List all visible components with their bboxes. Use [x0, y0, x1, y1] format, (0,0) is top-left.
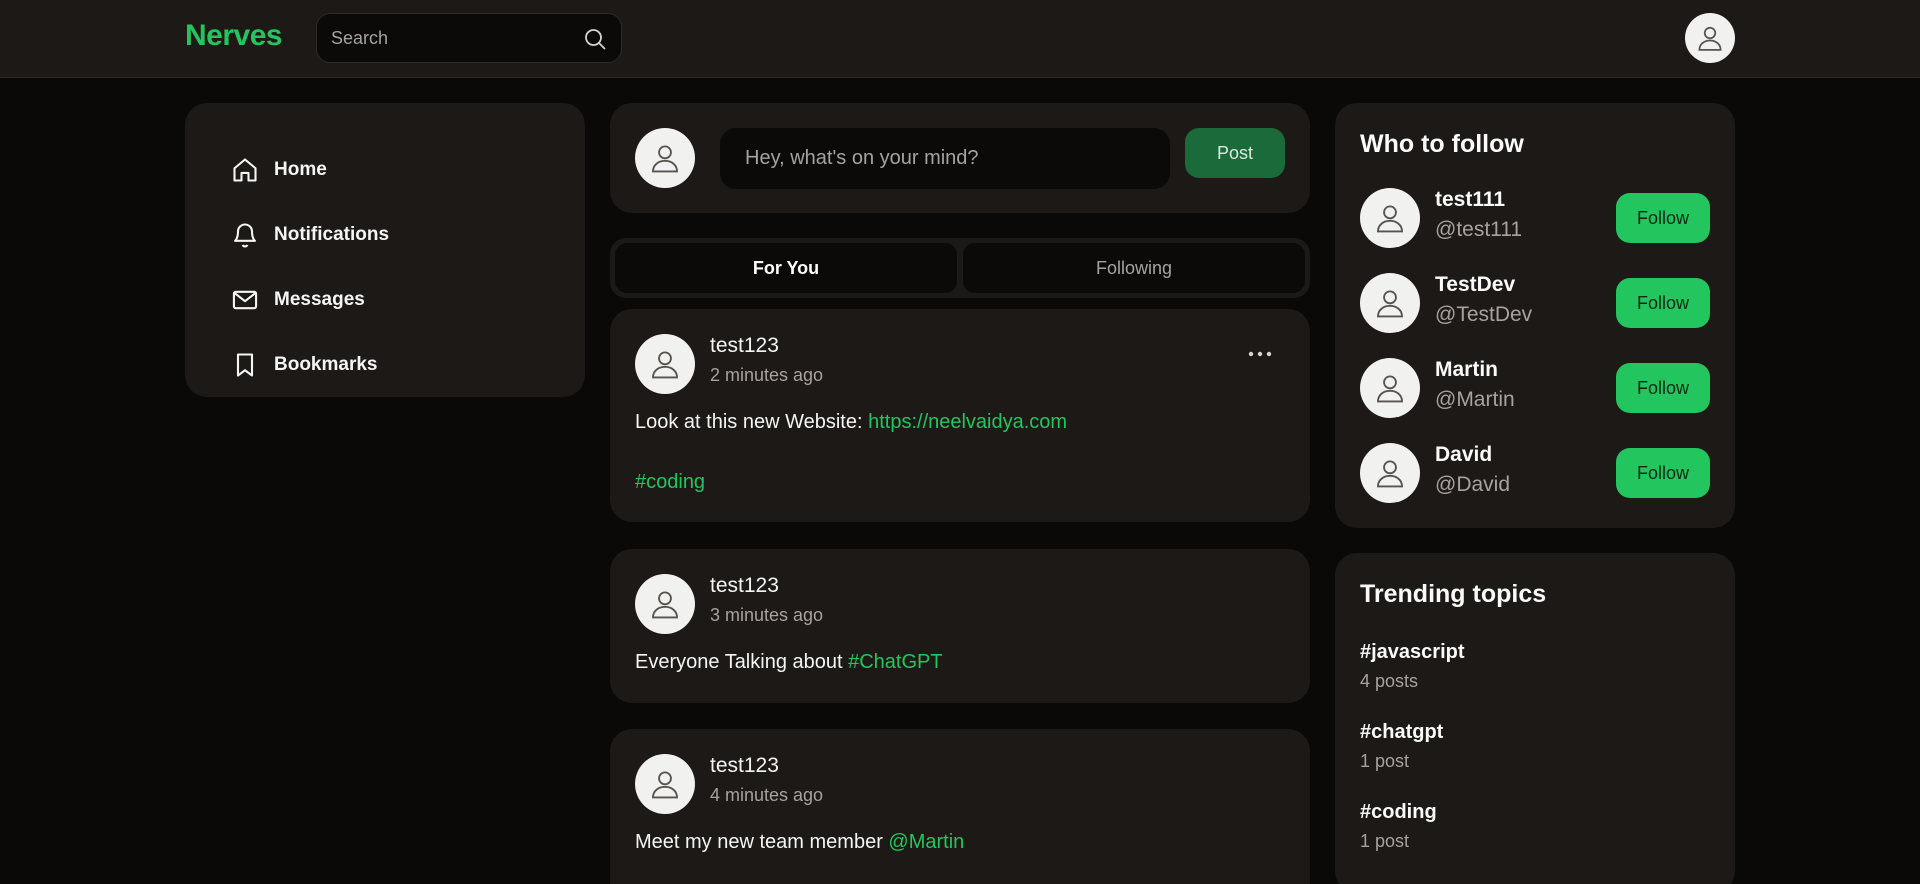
follow-suggestion: David @David Follow [1360, 443, 1710, 503]
post-link[interactable]: https://neelvaidya.com [868, 411, 1067, 433]
user-icon [652, 591, 678, 619]
user-icon [652, 771, 678, 799]
follow-name[interactable]: TestDev [1435, 273, 1515, 297]
post-mention[interactable]: @Martin [888, 831, 964, 853]
follow-handle: @David [1435, 473, 1511, 496]
who-to-follow-title: Who to follow [1360, 130, 1524, 158]
trending-tag: #coding [1360, 801, 1437, 823]
follow-button[interactable]: Follow [1616, 448, 1710, 498]
top-bar: Nerves [0, 0, 1920, 78]
trending-topics-panel: Trending topics #javascript 4 posts #cha… [1335, 553, 1735, 884]
feed-tabs: For You Following [610, 238, 1310, 298]
post-author[interactable]: test123 [710, 334, 779, 358]
user-icon [652, 351, 678, 379]
post-body: Look at this new Website: https://neelva… [635, 407, 1067, 497]
trending-count: 1 post [1360, 751, 1410, 771]
avatar[interactable] [635, 334, 695, 394]
follow-button[interactable]: Follow [1616, 193, 1710, 243]
sidebar-item-label: Bookmarks [274, 353, 378, 375]
post-timestamp: 4 minutes ago [710, 785, 824, 805]
more-options-icon[interactable] [1245, 347, 1275, 361]
user-icon [1377, 460, 1403, 488]
avatar[interactable] [635, 574, 695, 634]
search-icon[interactable] [583, 27, 607, 51]
who-to-follow-panel: Who to follow test111 @test111 Follow Te… [1335, 103, 1735, 528]
trending-item[interactable]: #chatgpt 1 post [1360, 721, 1443, 772]
follow-name[interactable]: David [1435, 443, 1492, 467]
follow-name[interactable]: test111 [1435, 188, 1505, 212]
composer-input[interactable] [720, 128, 1170, 189]
sidebar-item-label: Home [274, 158, 327, 180]
sidebar-item-home[interactable]: Home [185, 137, 585, 202]
follow-handle: @Martin [1435, 388, 1515, 411]
avatar[interactable] [1360, 188, 1420, 248]
follow-name[interactable]: Martin [1435, 358, 1498, 382]
post-hashtag[interactable]: #ChatGPT [848, 651, 942, 673]
mail-icon [230, 285, 260, 315]
post-card: test123 2 minutes ago Look at this new W… [610, 309, 1310, 522]
trending-count: 1 post [1360, 831, 1410, 851]
home-icon [230, 155, 260, 185]
bookmark-icon [230, 350, 260, 380]
tab-for-you[interactable]: For You [615, 243, 957, 293]
sidebar-item-messages[interactable]: Messages [185, 267, 585, 332]
avatar[interactable] [1360, 273, 1420, 333]
user-icon [1377, 205, 1403, 233]
follow-handle: @TestDev [1435, 303, 1533, 326]
follow-button[interactable]: Follow [1616, 278, 1710, 328]
user-icon [1377, 290, 1403, 318]
post-card: test123 3 minutes ago Everyone Talking a… [610, 549, 1310, 703]
post-text: Everyone Talking about [635, 651, 849, 673]
user-icon [652, 145, 678, 173]
sidebar-item-label: Messages [274, 288, 365, 310]
post-author[interactable]: test123 [710, 574, 779, 598]
follow-handle: @test111 [1435, 218, 1523, 241]
post-hashtag[interactable]: #coding [635, 471, 705, 493]
avatar[interactable] [635, 754, 695, 814]
sidebar-item-notifications[interactable]: Notifications [185, 202, 585, 267]
follow-suggestion: test111 @test111 Follow [1360, 188, 1710, 248]
sidebar-item-bookmarks[interactable]: Bookmarks [185, 332, 585, 397]
user-icon [1377, 375, 1403, 403]
follow-button[interactable]: Follow [1616, 363, 1710, 413]
avatar[interactable] [1360, 443, 1420, 503]
post-author[interactable]: test123 [710, 754, 779, 778]
post-body: Everyone Talking about #ChatGPT [635, 647, 943, 677]
sidebar-item-label: Notifications [274, 223, 390, 245]
trending-item[interactable]: #coding 1 post [1360, 801, 1437, 852]
trending-tag: #javascript [1360, 641, 1465, 663]
profile-avatar[interactable] [1685, 13, 1735, 63]
logo[interactable]: Nerves [185, 19, 283, 53]
post-text: Look at this new Website: [635, 411, 869, 433]
user-icon [1698, 26, 1722, 51]
post-text: Meet my new team member [635, 831, 889, 853]
trending-count: 4 posts [1360, 671, 1419, 691]
avatar[interactable] [1360, 358, 1420, 418]
trending-title: Trending topics [1360, 580, 1547, 608]
bell-icon [230, 220, 260, 250]
tab-following[interactable]: Following [963, 243, 1305, 293]
post-card: test123 4 minutes ago Meet my new team m… [610, 729, 1310, 884]
trending-tag: #chatgpt [1360, 721, 1444, 743]
trending-item[interactable]: #javascript 4 posts [1360, 641, 1465, 692]
post-body: Meet my new team member @Martin [635, 827, 964, 857]
search-box[interactable] [316, 13, 622, 63]
search-input[interactable] [331, 14, 581, 62]
post-timestamp: 2 minutes ago [710, 365, 824, 385]
post-timestamp: 3 minutes ago [710, 605, 824, 625]
follow-suggestion: TestDev @TestDev Follow [1360, 273, 1710, 333]
avatar [635, 128, 695, 188]
follow-suggestion: Martin @Martin Follow [1360, 358, 1710, 418]
sidebar-nav: Home Notifications Messages Bookmarks [185, 103, 585, 397]
post-button[interactable]: Post [1185, 128, 1285, 178]
